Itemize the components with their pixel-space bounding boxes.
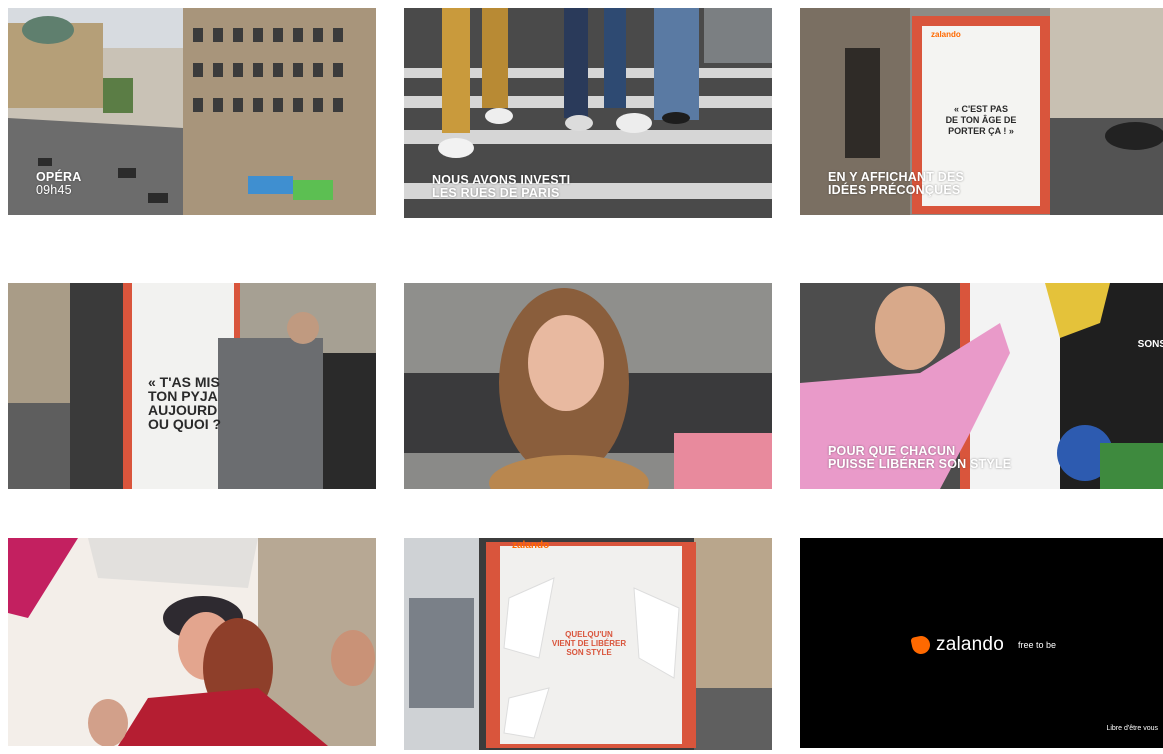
poster-line-3: AUJOURD [148, 402, 218, 418]
frame-opera: OPÉRA 09h45 [8, 8, 376, 215]
frame-poster-prejudice: zalando « C'EST PAS DE TON ÂGE DE PORTER… [800, 8, 1163, 215]
caption-line-2: PUISSE LIBÉRER SON STYLE [828, 457, 1012, 471]
poster-line-1: « C'EST PAS [954, 104, 1008, 114]
end-card-note: Libre d'être vous [1106, 725, 1158, 732]
poster-line-2: VIENT DE LIBÉRER [551, 639, 627, 648]
frame-crosswalk: NOUS AVONS INVESTI LES RUES DE PARIS [404, 8, 772, 218]
zalando-flag-icon [910, 634, 932, 656]
frame-caption: POUR QUE CHACUN PUISSE LIBÉRER SON STYLE [828, 445, 1011, 471]
frame-pyjama-poster: « T'AS MIS TON PYJA AUJOURD OU QUOI ? [8, 283, 376, 489]
caption-line-2: 09h45 [36, 183, 72, 197]
poster-line-1: « T'AS MIS [148, 374, 220, 390]
poster-text: QUELQU'UN VIENT DE LIBÉRER SON STYLE [544, 630, 634, 657]
frame-caption: OPÉRA 09h45 [36, 171, 81, 197]
caption-line-2: IDÉES PRÉCONÇUES [828, 183, 961, 197]
zalando-logo-small: zalando [931, 30, 961, 39]
poster-line-3: SON STYLE [566, 648, 612, 657]
logo-wordmark: zalando [936, 634, 1004, 655]
poster-line-2: DE TON ÂGE DE [945, 115, 1017, 125]
storefront-sign: SONS [1137, 339, 1163, 350]
caption-line-2: LES RUES DE PARIS [432, 186, 560, 200]
poster-text: « C'EST PAS DE TON ÂGE DE PORTER ÇA ! » [924, 104, 1038, 137]
frame-smiling-woman [404, 283, 772, 489]
frame-caption: EN Y AFFICHANT DES IDÉES PRÉCONÇUES [828, 171, 964, 197]
poster-line-4: OU QUOI ? [148, 416, 222, 432]
poster-line-3: PORTER ÇA ! » [948, 126, 1014, 136]
frame-torn-poster: zalando QUELQU'UN VIENT DE LIBÉRER SON S… [404, 538, 772, 750]
poster-text: « T'AS MIS TON PYJA AUJOURD OU QUOI ? [148, 375, 228, 431]
poster-line-2: TON PYJA [148, 388, 218, 404]
frame-pink-jacket: SONS POUR QUE CHACUN PUISSE LIBÉRER SON … [800, 283, 1163, 489]
zalando-logo-small: zalando [512, 540, 550, 551]
frame-woman-cap [8, 538, 376, 746]
logo-tagline: free to be [1017, 640, 1056, 650]
smiling-woman-scene [404, 283, 772, 489]
poster-line-1: QUELQU'UN [565, 630, 613, 639]
woman-cap-scene [8, 538, 376, 746]
zalando-logo: zalando free to be [800, 634, 1163, 656]
frame-caption: NOUS AVONS INVESTI LES RUES DE PARIS [432, 174, 570, 200]
frame-end-card: zalando free to be Libre d'être vous [800, 538, 1163, 748]
